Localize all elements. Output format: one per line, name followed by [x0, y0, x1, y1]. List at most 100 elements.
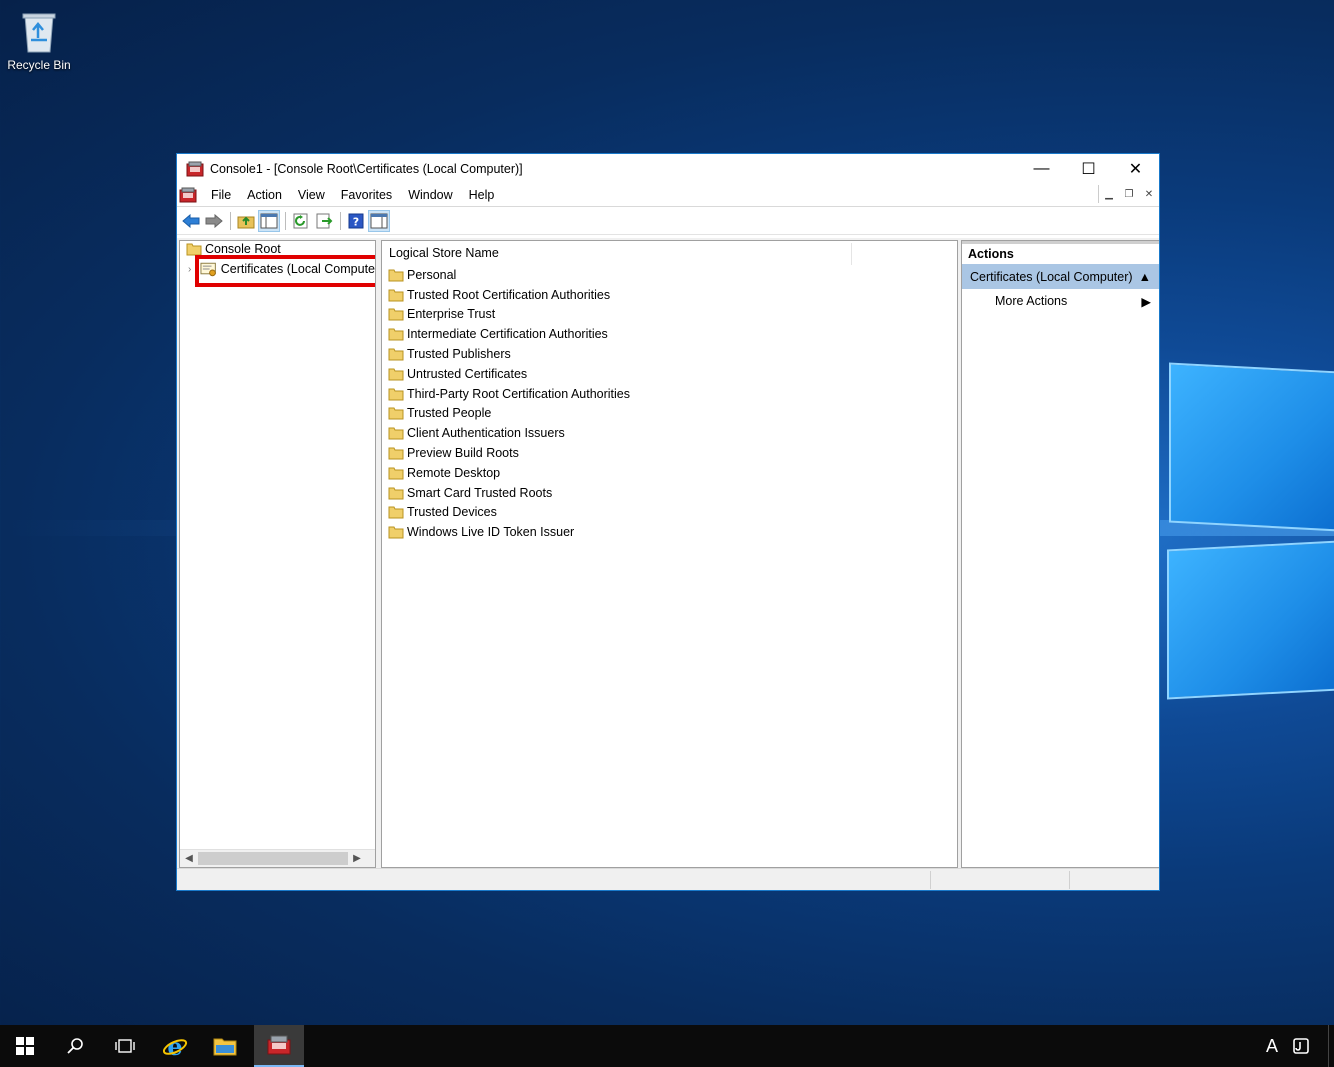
mdi-controls: ▁ ❐ ✕	[1098, 185, 1159, 203]
list-item[interactable]: Client Authentication Issuers	[382, 423, 957, 443]
svg-text:?: ?	[353, 215, 359, 228]
start-button[interactable]	[0, 1025, 50, 1067]
list-item[interactable]: Remote Desktop	[382, 463, 957, 483]
task-view-button[interactable]	[100, 1025, 150, 1067]
console-menu-icon[interactable]	[179, 187, 197, 203]
folder-icon	[388, 308, 404, 321]
actions-section-header[interactable]: Certificates (Local Computer) ▲	[962, 264, 1159, 289]
collapse-triangle-icon[interactable]: ▲	[1139, 270, 1151, 284]
ime-indicator[interactable]: A	[1266, 1036, 1278, 1057]
back-icon	[182, 213, 200, 228]
search-button[interactable]	[50, 1025, 100, 1067]
recycle-bin-desktop-icon[interactable]: Recycle Bin	[4, 8, 74, 72]
window-title: Console1 - [Console Root\Certificates (L…	[210, 161, 523, 176]
maximize-button[interactable]: ☐	[1065, 154, 1112, 183]
list-item-label: Client Authentication Issuers	[407, 426, 565, 441]
menu-help[interactable]: Help	[461, 188, 503, 202]
list-item-label: Untrusted Certificates	[407, 366, 528, 381]
list-item[interactable]: Windows Live ID Token Issuer	[382, 522, 957, 542]
store-list: Personal Trusted Root Certification Autho…	[382, 265, 957, 542]
toolbar-separator	[340, 211, 341, 230]
folder-icon	[388, 368, 404, 381]
folder-icon	[388, 269, 404, 282]
scroll-left-icon[interactable]: ◀	[180, 853, 198, 864]
minimize-button[interactable]: —	[1018, 154, 1065, 183]
folder-icon	[388, 526, 404, 539]
mdi-minimize-button[interactable]: ▁	[1099, 185, 1119, 203]
refresh-button[interactable]	[290, 210, 312, 232]
show-hide-tree-icon	[260, 213, 278, 228]
help-button[interactable]: ?	[345, 210, 367, 232]
list-item-label: Personal	[407, 267, 457, 282]
column-header-logical-store-name[interactable]: Logical Store Name	[382, 241, 957, 265]
list-item-label: Trusted Root Certification Authorities	[407, 287, 611, 302]
folder-icon	[388, 487, 404, 500]
more-actions-item[interactable]: More Actions ▶	[962, 289, 1159, 313]
toolbar-separator	[285, 211, 286, 230]
title-bar[interactable]: Console1 - [Console Root\Certificates (L…	[177, 154, 1159, 183]
internet-explorer-button[interactable]: e	[150, 1025, 200, 1067]
list-item[interactable]: Trusted Devices	[382, 503, 957, 523]
refresh-icon	[293, 213, 308, 228]
tree-node-label: Console Root	[205, 242, 281, 256]
export-list-button[interactable]	[313, 210, 335, 232]
more-actions-label: More Actions	[995, 294, 1068, 308]
close-button[interactable]: ✕	[1112, 154, 1159, 183]
forward-button[interactable]	[203, 210, 225, 232]
submenu-arrow-icon: ▶	[1141, 294, 1151, 309]
mdi-restore-button[interactable]: ❐	[1119, 185, 1139, 203]
scrollbar-thumb[interactable]	[198, 852, 348, 865]
search-icon	[67, 1038, 83, 1054]
folder-icon	[388, 506, 404, 519]
scroll-right-icon[interactable]: ▶	[348, 853, 366, 864]
status-bar	[177, 868, 1159, 890]
mdi-close-button[interactable]: ✕	[1139, 185, 1159, 203]
list-item-label: Third-Party Root Certification Authoriti…	[407, 386, 631, 401]
tree-horizontal-scrollbar[interactable]: ◀ ▶	[180, 849, 375, 867]
mmc-app-icon	[186, 161, 204, 176]
list-item[interactable]: Smart Card Trusted Roots	[382, 483, 957, 503]
list-item[interactable]: Enterprise Trust	[382, 305, 957, 325]
menu-favorites[interactable]: Favorites	[333, 188, 400, 202]
list-item[interactable]: Trusted Publishers	[382, 344, 957, 364]
mmc-taskbar-button[interactable]	[254, 1025, 304, 1067]
notification-icon[interactable]	[1292, 1037, 1310, 1055]
list-item[interactable]: Trusted Root Certification Authorities	[382, 285, 957, 305]
list-item[interactable]: Preview Build Roots	[382, 443, 957, 463]
list-item[interactable]: Third-Party Root Certification Authoriti…	[382, 384, 957, 404]
recycle-bin-label: Recycle Bin	[7, 58, 71, 72]
list-item-label: Intermediate Certification Authorities	[407, 327, 608, 342]
back-button[interactable]	[180, 210, 202, 232]
toolbar-separator	[230, 211, 231, 230]
menu-view[interactable]: View	[290, 188, 333, 202]
list-item-label: Windows Live ID Token Issuer	[407, 525, 575, 540]
folder-icon	[388, 407, 404, 420]
folder-icon	[388, 348, 404, 361]
show-desktop-button[interactable]	[1328, 1025, 1334, 1067]
list-item[interactable]: Personal	[382, 265, 957, 285]
list-item-label: Preview Build Roots	[407, 446, 519, 461]
list-item[interactable]: Trusted People	[382, 404, 957, 424]
list-item[interactable]: Intermediate Certification Authorities	[382, 324, 957, 344]
folder-icon	[186, 243, 202, 256]
list-item[interactable]: Untrusted Certificates	[382, 364, 957, 384]
status-divider	[930, 871, 931, 889]
file-explorer-button[interactable]	[200, 1025, 250, 1067]
show-hide-action-pane-icon	[370, 213, 388, 228]
help-icon: ?	[348, 213, 364, 228]
file-explorer-icon	[213, 1038, 237, 1056]
menu-action[interactable]: Action	[239, 188, 290, 202]
toolbar: ?	[177, 207, 1159, 235]
task-view-icon	[115, 1039, 135, 1053]
taskbar: e A	[0, 1025, 1334, 1067]
result-list-pane: Logical Store Name Personal Trusted Root …	[381, 240, 958, 868]
menu-window[interactable]: Window	[400, 188, 460, 202]
show-hide-action-pane-button[interactable]	[368, 209, 390, 232]
menu-file[interactable]: File	[203, 188, 239, 202]
up-one-level-button[interactable]	[235, 210, 257, 232]
show-hide-tree-button[interactable]	[258, 209, 280, 232]
list-item-label: Trusted Devices	[407, 505, 497, 520]
folder-icon	[388, 427, 404, 440]
list-item-label: Smart Card Trusted Roots	[407, 485, 553, 500]
console-panes: Console Root › Certificates (Local Compu…	[177, 238, 1159, 868]
